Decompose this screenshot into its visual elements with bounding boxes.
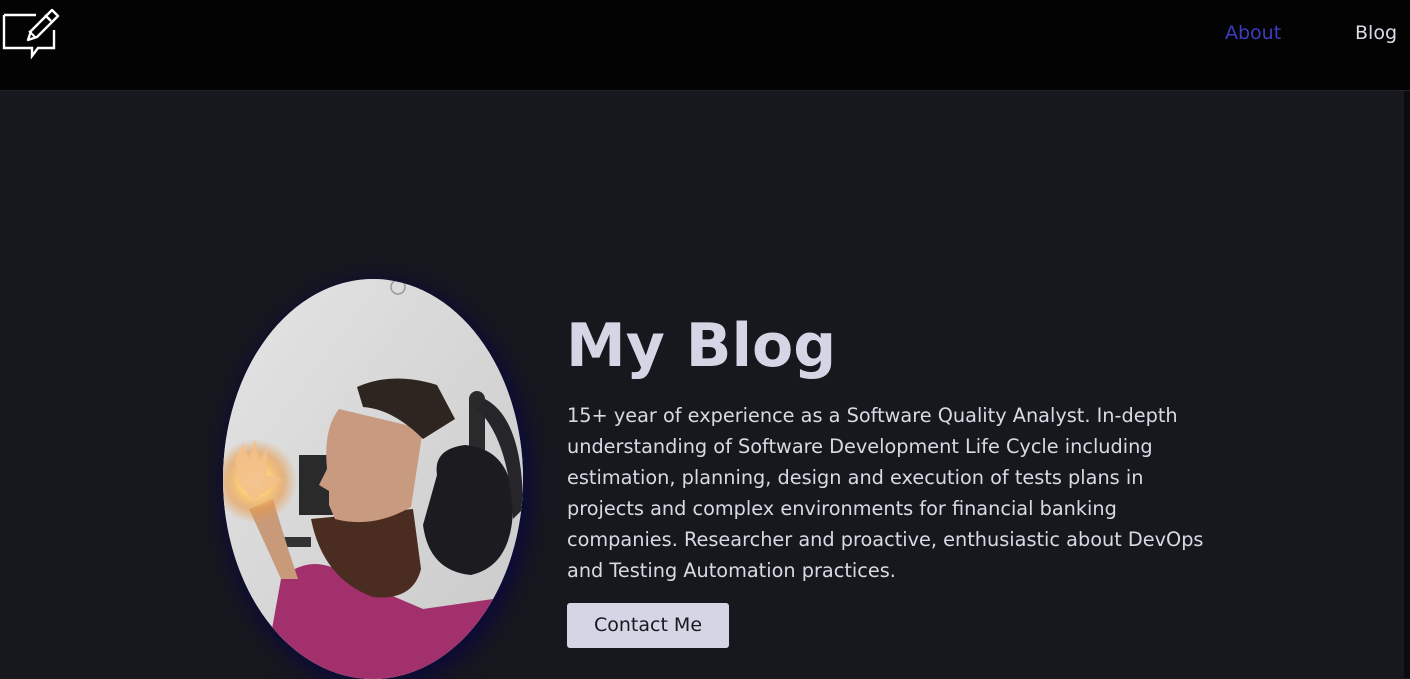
- top-navigation-bar: About Blog: [0, 0, 1410, 91]
- contact-me-button[interactable]: Contact Me: [567, 603, 729, 648]
- hero-description: 15+ year of experience as a Software Qua…: [567, 404, 1204, 582]
- nav-link-blog[interactable]: Blog: [1355, 21, 1397, 45]
- nav-link-about[interactable]: About: [1225, 21, 1281, 45]
- scrollbar-track[interactable]: [1404, 91, 1410, 678]
- pencil-speech-bubble-icon[interactable]: [2, 4, 60, 60]
- page-title: My Blog: [566, 311, 837, 381]
- profile-photo: [223, 279, 523, 679]
